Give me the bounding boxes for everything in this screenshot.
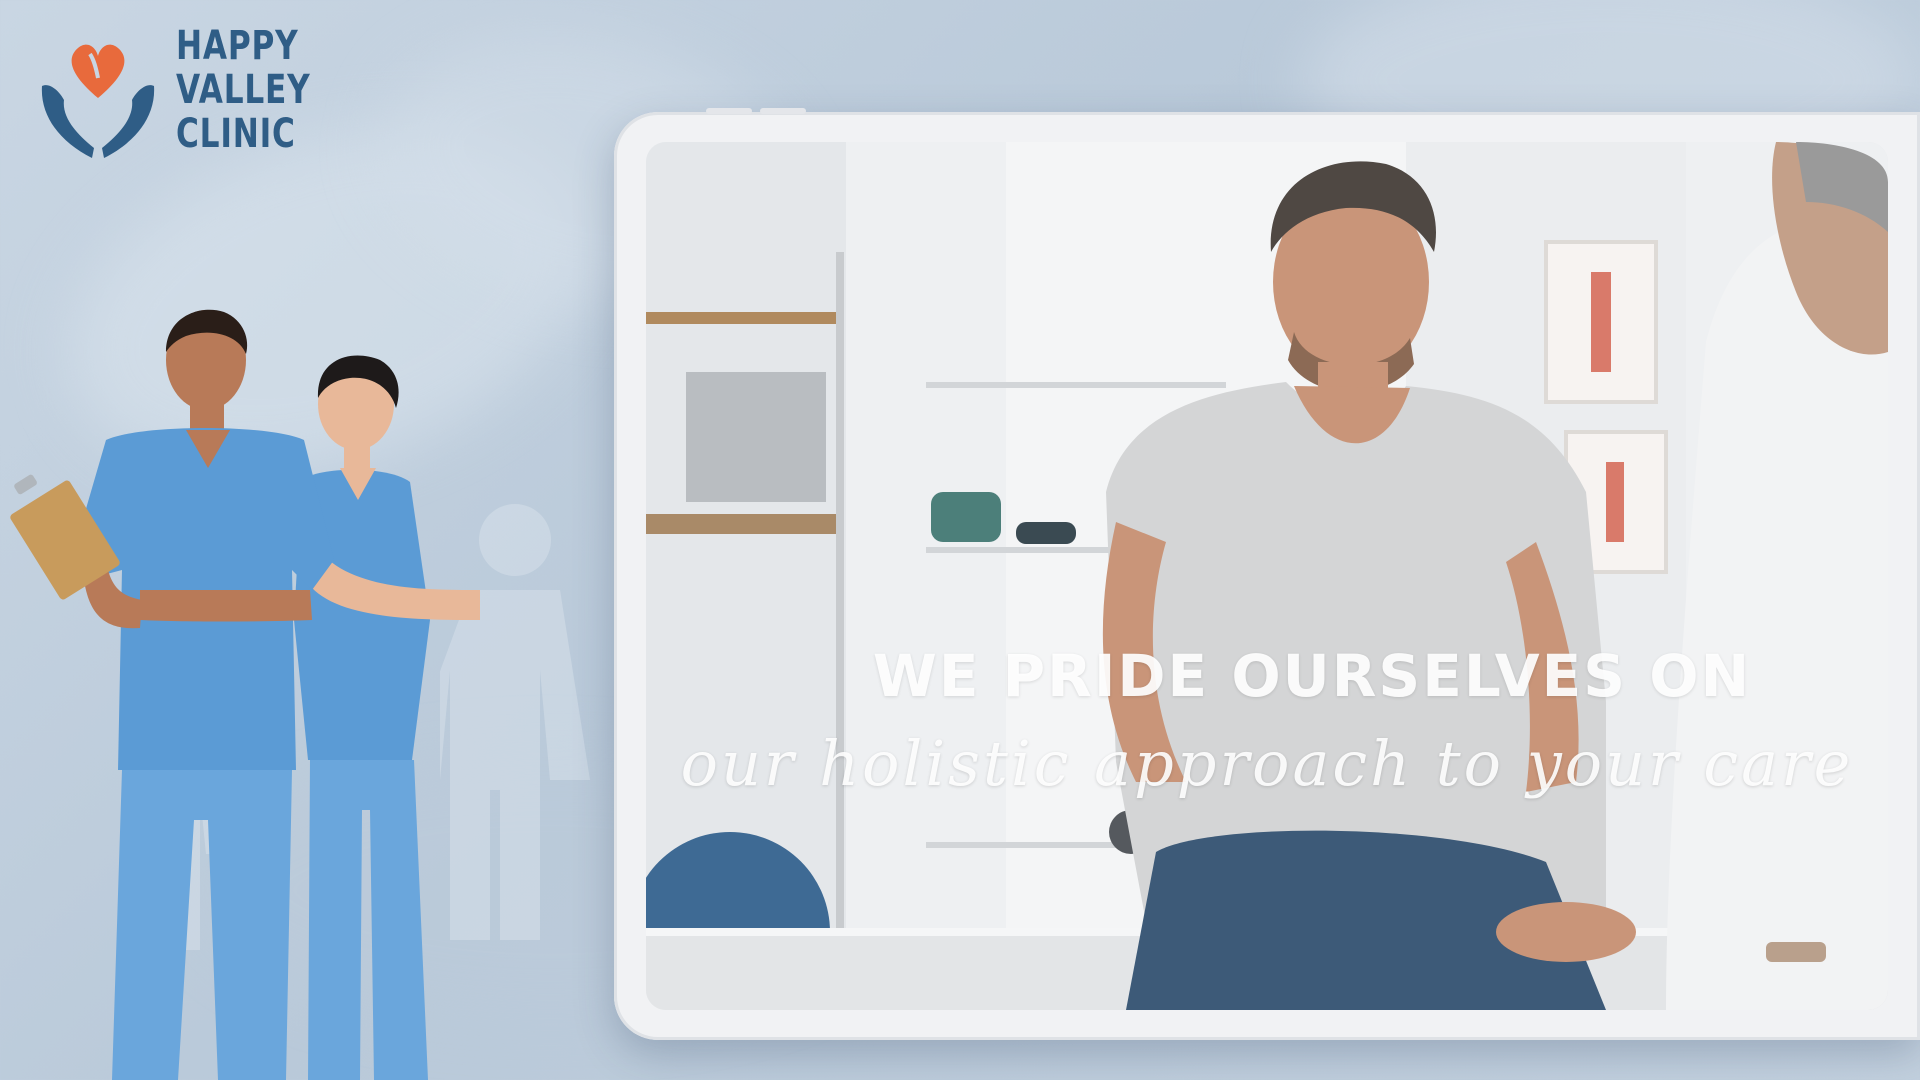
medical-staff-image: [10, 290, 510, 1080]
hero-photo-scene: [646, 142, 1888, 1010]
logo-text-line: HAPPY: [176, 23, 299, 69]
hero-tagline: our holistic approach to your care: [680, 727, 1854, 800]
logo-text-line: VALLEY: [176, 67, 311, 113]
tablet-device: WE PRIDE OURSELVES ON our holistic appro…: [614, 108, 1920, 1040]
male-nurse-figure: [10, 309, 334, 1080]
tablet-volume-button: [760, 108, 806, 114]
clinic-logo[interactable]: HAPPY VALLEY CLINIC: [34, 20, 348, 160]
logo-wordmark: HAPPY VALLEY CLINIC: [176, 24, 348, 156]
hero-banner: WE PRIDE OURSELVES ON our holistic appro…: [646, 142, 1888, 1010]
hero-headline: WE PRIDE OURSELVES ON: [872, 642, 1752, 710]
logo-text-line: CLINIC: [176, 111, 296, 157]
tablet-volume-button: [706, 108, 752, 114]
heart-hands-logo-icon: [34, 20, 162, 160]
nurse-figure: [294, 355, 480, 1080]
